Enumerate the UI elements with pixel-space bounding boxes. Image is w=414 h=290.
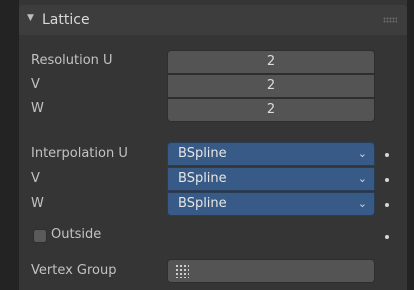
vertex-group-icon xyxy=(175,264,189,278)
lattice-panel: ▼ Lattice Resolution U 2 V 2 W 2 Interpo… xyxy=(19,0,407,290)
outside-label[interactable]: Outside xyxy=(51,227,101,242)
chevron-down-icon: ⌄ xyxy=(357,172,367,185)
interpolation-v-label: V xyxy=(31,171,40,186)
interpolation-w-label: W xyxy=(31,196,44,211)
keyframe-dot-icon[interactable] xyxy=(385,235,389,239)
interpolation-v-value: BSpline xyxy=(178,171,227,186)
interpolation-w-value: BSpline xyxy=(178,196,227,211)
vertex-group-field[interactable] xyxy=(167,259,375,283)
interpolation-u-value: BSpline xyxy=(178,146,227,161)
resolution-w-label: W xyxy=(31,101,44,116)
resolution-v-label: V xyxy=(31,77,40,92)
keyframe-dot-icon[interactable] xyxy=(385,153,389,157)
resolution-u-field[interactable]: 2 xyxy=(167,50,375,74)
interpolation-w-dropdown[interactable]: BSpline ⌄ xyxy=(167,192,375,216)
resolution-u-label: Resolution U xyxy=(31,53,113,68)
keyframe-dot-icon[interactable] xyxy=(385,203,389,207)
chevron-down-icon: ⌄ xyxy=(357,147,367,160)
disclosure-triangle-icon[interactable]: ▼ xyxy=(27,13,34,23)
resolution-w-field[interactable]: 2 xyxy=(167,98,375,122)
outside-checkbox[interactable] xyxy=(33,229,47,243)
interpolation-u-dropdown[interactable]: BSpline ⌄ xyxy=(167,142,375,166)
chevron-down-icon: ⌄ xyxy=(357,197,367,210)
keyframe-dot-icon[interactable] xyxy=(385,178,389,182)
resolution-v-field[interactable]: 2 xyxy=(167,74,375,98)
drag-grip-icon[interactable] xyxy=(383,17,397,23)
panel-title: Lattice xyxy=(42,12,90,28)
vertex-group-label: Vertex Group xyxy=(31,263,117,278)
panel-header[interactable]: ▼ Lattice xyxy=(19,5,407,35)
interpolation-u-label: Interpolation U xyxy=(31,146,128,161)
interpolation-v-dropdown[interactable]: BSpline ⌄ xyxy=(167,167,375,191)
